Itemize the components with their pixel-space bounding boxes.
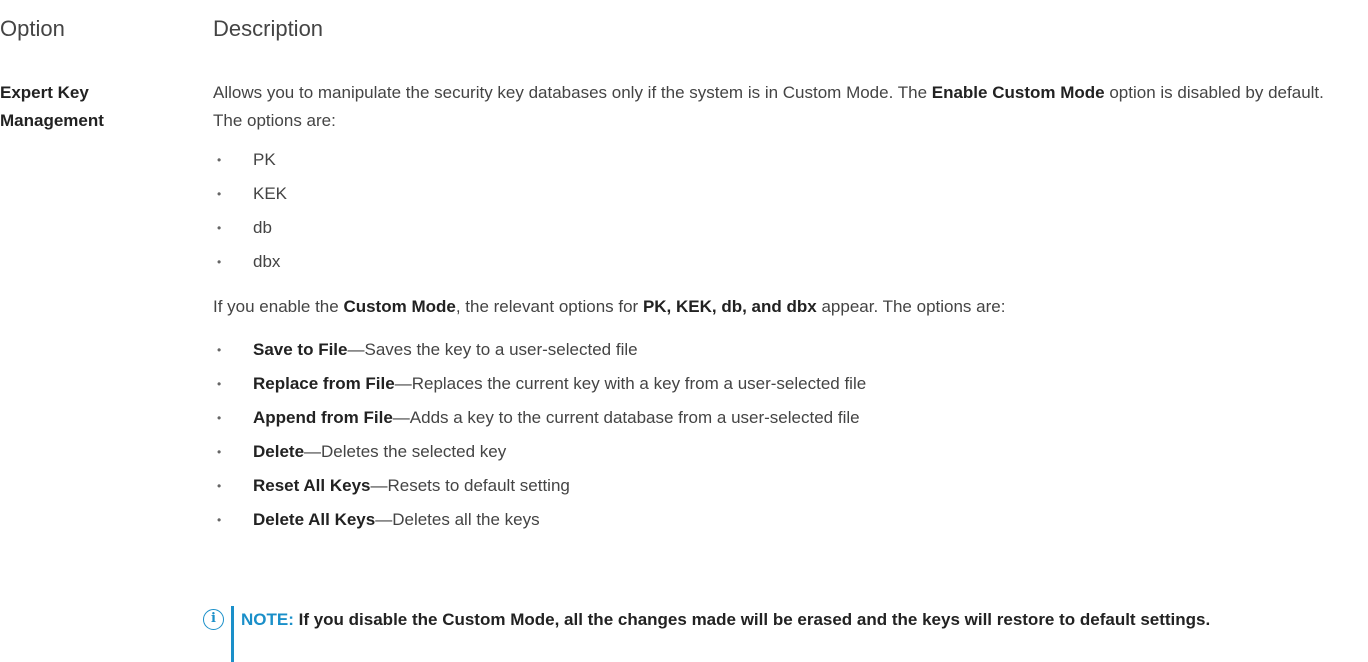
para2-text-2: , the relevant options for	[455, 297, 643, 316]
para2-bold-key-list: PK, KEK, db, and dbx	[642, 297, 817, 316]
bullet-icon: •	[217, 343, 222, 357]
list-item: • KEK	[213, 177, 1353, 211]
key-database-list: • PK • KEK • db • dbx	[213, 143, 1353, 279]
info-icon: i	[203, 609, 224, 630]
list-item: • Delete All Keys—Deletes all the keys	[213, 503, 1353, 537]
note-body: If you disable the Custom Mode, all the …	[293, 610, 1211, 629]
bullet-icon: •	[217, 445, 222, 459]
list-item: • Delete—Deletes the selected key	[213, 435, 1353, 469]
description-column-header: Description	[213, 16, 324, 41]
option-term: Delete	[253, 442, 305, 461]
option-column-header: Option	[0, 16, 65, 41]
list-item-label: db	[253, 218, 272, 237]
custom-mode-paragraph: If you enable the Custom Mode, the relev…	[213, 293, 1353, 321]
list-item: • Save to File—Saves the key to a user-se…	[213, 333, 1353, 367]
list-item: • Replace from File—Replaces the current …	[213, 367, 1353, 401]
bullet-icon: •	[217, 479, 222, 493]
note-divider	[231, 606, 234, 662]
option-desc: —Deletes the selected key	[304, 442, 507, 461]
option-term: Reset All Keys	[253, 476, 371, 495]
intro-text-1: Allows you to manipulate the security ke…	[213, 83, 932, 102]
option-description: Allows you to manipulate the security ke…	[213, 79, 1353, 537]
option-term: Delete All Keys	[253, 510, 376, 529]
note-text: NOTE: If you disable the Custom Mode, al…	[241, 606, 1363, 634]
option-desc: —Replaces the current key with a key fro…	[394, 374, 867, 393]
option-term: Append from File	[253, 408, 393, 427]
para2-text-1: If you enable the	[213, 297, 344, 316]
bullet-icon: •	[217, 411, 222, 425]
custom-options-list: • Save to File—Saves the key to a user-se…	[213, 333, 1353, 537]
list-item-label: dbx	[253, 252, 281, 271]
bullet-icon: •	[217, 255, 222, 269]
para2-text-3: appear. The options are:	[816, 297, 1006, 316]
bullet-icon: •	[217, 187, 222, 201]
option-desc: —Adds a key to the current database from…	[392, 408, 860, 427]
note-box: i NOTE: If you disable the Custom Mode, …	[203, 606, 1363, 662]
option-desc: —Saves the key to a user-selected file	[347, 340, 638, 359]
list-item: • Reset All Keys—Resets to default settin…	[213, 469, 1353, 503]
option-name: Expert Key Management	[0, 83, 104, 130]
option-term: Replace from File	[253, 374, 395, 393]
document-page: Option Description Expert Key Management…	[0, 0, 1368, 662]
bullet-icon: •	[217, 513, 222, 527]
bullet-icon: •	[217, 153, 222, 167]
bullet-icon: •	[217, 377, 222, 391]
note-label: NOTE:	[241, 610, 294, 629]
option-term: Save to File	[253, 340, 348, 359]
list-item: • PK	[213, 143, 1353, 177]
list-item: • db	[213, 211, 1353, 245]
list-item-label: KEK	[253, 184, 288, 203]
para2-bold-custom-mode: Custom Mode	[343, 297, 456, 316]
bullet-icon: •	[217, 221, 222, 235]
option-desc: —Resets to default setting	[370, 476, 570, 495]
list-item: • dbx	[213, 245, 1353, 279]
intro-paragraph: Allows you to manipulate the security ke…	[213, 79, 1353, 135]
option-desc: —Deletes all the keys	[375, 510, 540, 529]
list-item-label: PK	[253, 150, 276, 169]
intro-bold-enable-custom-mode: Enable Custom Mode	[931, 83, 1105, 102]
list-item: • Append from File—Adds a key to the curr…	[213, 401, 1353, 435]
